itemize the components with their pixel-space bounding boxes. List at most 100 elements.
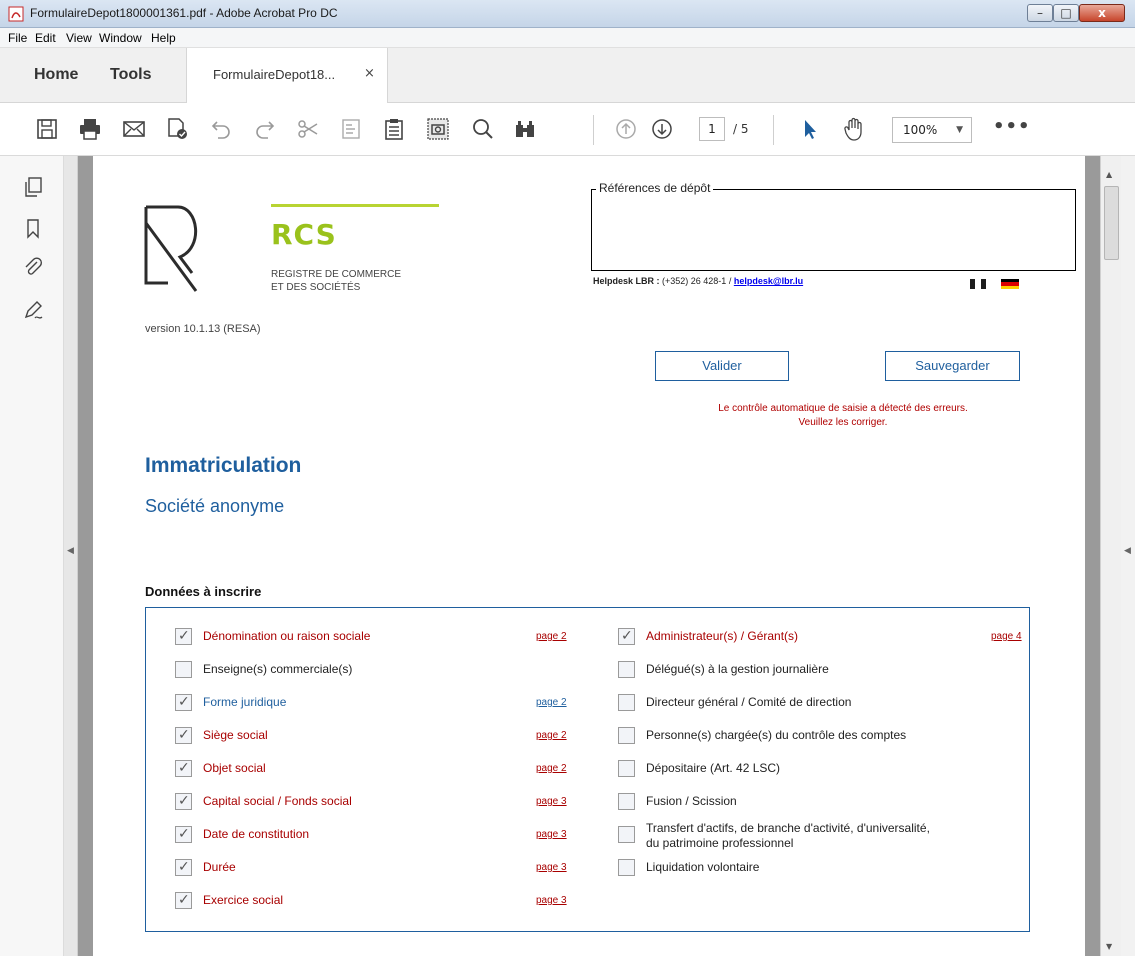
scroll-down-icon[interactable]: ▼ [1106, 942, 1112, 951]
cut-icon[interactable] [295, 116, 321, 142]
list-item: Siège social page 2 [175, 727, 575, 747]
page-link[interactable]: page 2 [536, 763, 567, 774]
find-icon[interactable] [512, 116, 538, 142]
item-label: Enseigne(s) commerciale(s) [203, 662, 353, 676]
item-label: Dépositaire (Art. 42 LSC) [646, 761, 781, 775]
acrobat-app-icon [8, 6, 24, 22]
close-icon: x [1098, 6, 1106, 20]
item-label: Délégué(s) à la gestion journalière [646, 662, 829, 676]
tab-home[interactable]: Home [34, 48, 78, 102]
list-item: Enseigne(s) commerciale(s) [175, 661, 575, 681]
menu-help[interactable]: Help [151, 31, 176, 45]
vertical-scrollbar[interactable]: ▲ ▼ [1100, 156, 1121, 956]
item-label: Capital social / Fonds social [203, 794, 352, 808]
text-select-icon[interactable] [338, 116, 364, 142]
checkbox[interactable] [175, 661, 192, 678]
pointer-icon[interactable] [797, 116, 823, 142]
page-link[interactable]: page 2 [536, 631, 567, 642]
checkbox[interactable] [175, 859, 192, 876]
logo-subtitle: REGISTRE DE COMMERCE ET DES SOCIÉTÉS [271, 268, 401, 294]
save-form-button[interactable]: Sauvegarder [885, 351, 1020, 381]
checkbox[interactable] [618, 826, 635, 843]
error-line-2: Veuillez les corriger. [798, 417, 888, 428]
validation-error-message: Le contrôle automatique de saisie a déte… [663, 402, 1023, 430]
checkbox[interactable] [175, 826, 192, 843]
logo-subtitle-line1: REGISTRE DE COMMERCE [271, 269, 402, 280]
hand-icon[interactable] [841, 116, 867, 142]
clipboard-icon[interactable] [381, 116, 407, 142]
save-icon[interactable] [34, 116, 60, 142]
redo-icon[interactable] [252, 116, 278, 142]
helpdesk-label: Helpdesk LBR : [593, 276, 660, 286]
attachment-icon[interactable] [22, 256, 44, 278]
pages-icon[interactable] [22, 176, 44, 198]
item-label: Durée [203, 860, 236, 874]
page-link[interactable]: page 2 [536, 697, 567, 708]
checkbox[interactable] [618, 727, 635, 744]
page-link[interactable]: page 3 [536, 829, 567, 840]
zoom-value: 100% [903, 123, 938, 137]
checkbox[interactable] [175, 793, 192, 810]
page-down-icon[interactable] [649, 116, 675, 142]
maximize-icon: □ [1060, 6, 1072, 20]
maximize-button[interactable]: □ [1053, 4, 1079, 22]
page-link[interactable]: page 4 [991, 631, 1022, 642]
email-icon[interactable] [121, 116, 147, 142]
checkbox[interactable] [618, 694, 635, 711]
print-icon[interactable] [77, 116, 103, 142]
checkbox[interactable] [175, 628, 192, 645]
checkbox[interactable] [618, 760, 635, 777]
scroll-up-icon[interactable]: ▲ [1106, 170, 1112, 179]
menu-edit[interactable]: Edit [35, 31, 56, 45]
left-panel-collapse-handle[interactable]: ◀ [64, 156, 78, 956]
minimize-button[interactable]: – [1027, 4, 1053, 22]
document-viewport[interactable]: RCS REGISTRE DE COMMERCE ET DES SOCIÉTÉS… [78, 156, 1100, 956]
checkbox[interactable] [175, 892, 192, 909]
undo-icon[interactable] [208, 116, 234, 142]
rcs-logo-icon [144, 205, 198, 292]
item-label: Forme juridique [203, 695, 287, 709]
item-label: Exercice social [203, 893, 284, 907]
sign-file-icon[interactable] [164, 116, 190, 142]
tab-tools[interactable]: Tools [110, 48, 151, 102]
window-title: FormulaireDepot1800001361.pdf - Adobe Ac… [30, 6, 338, 20]
tab-document[interactable]: FormulaireDepot18... × [186, 48, 388, 103]
list-item: Durée page 3 [175, 859, 575, 879]
menu-window[interactable]: Window [99, 31, 142, 45]
right-panel-collapse-handle[interactable]: ◀ [1121, 156, 1135, 956]
list-item: Dénomination ou raison sociale page 2 [175, 628, 575, 648]
checkbox[interactable] [175, 727, 192, 744]
checkbox[interactable] [618, 859, 635, 876]
french-flag-icon[interactable] [970, 279, 986, 289]
validate-button[interactable]: Valider [655, 351, 789, 381]
checkbox[interactable] [618, 793, 635, 810]
bookmark-icon[interactable] [22, 217, 44, 239]
item-label: Objet social [203, 761, 266, 775]
snapshot-icon[interactable] [425, 116, 451, 142]
menu-file[interactable]: File [8, 31, 27, 45]
checkbox[interactable] [618, 661, 635, 678]
checkbox[interactable] [175, 760, 192, 777]
search-icon[interactable] [470, 116, 496, 142]
signature-icon[interactable] [22, 299, 44, 321]
menu-view[interactable]: View [66, 31, 92, 45]
page-up-icon[interactable] [613, 116, 639, 142]
page-link[interactable]: page 3 [536, 796, 567, 807]
page-link[interactable]: page 3 [536, 895, 567, 906]
page-link[interactable]: page 2 [536, 730, 567, 741]
german-flag-icon[interactable] [1001, 279, 1019, 289]
references-field[interactable]: Références de dépôt [591, 181, 1076, 271]
checkbox[interactable] [175, 694, 192, 711]
close-tab-icon[interactable]: × [364, 66, 375, 81]
close-window-button[interactable]: x [1079, 4, 1125, 22]
page-link[interactable]: page 3 [536, 862, 567, 873]
more-tools-icon[interactable]: ••• [993, 116, 1031, 137]
page-number-input[interactable]: 1 [699, 117, 725, 141]
helpdesk-email-link[interactable]: helpdesk@lbr.lu [734, 276, 803, 286]
scrollbar-thumb[interactable] [1104, 186, 1119, 260]
checkbox[interactable] [618, 628, 635, 645]
data-items-box: Dénomination ou raison sociale page 2 En… [145, 607, 1030, 932]
list-item: Date de constitution page 3 [175, 826, 575, 846]
item-label: Administrateur(s) / Gérant(s) [646, 629, 799, 643]
zoom-select[interactable]: 100% ▼ [892, 117, 972, 143]
